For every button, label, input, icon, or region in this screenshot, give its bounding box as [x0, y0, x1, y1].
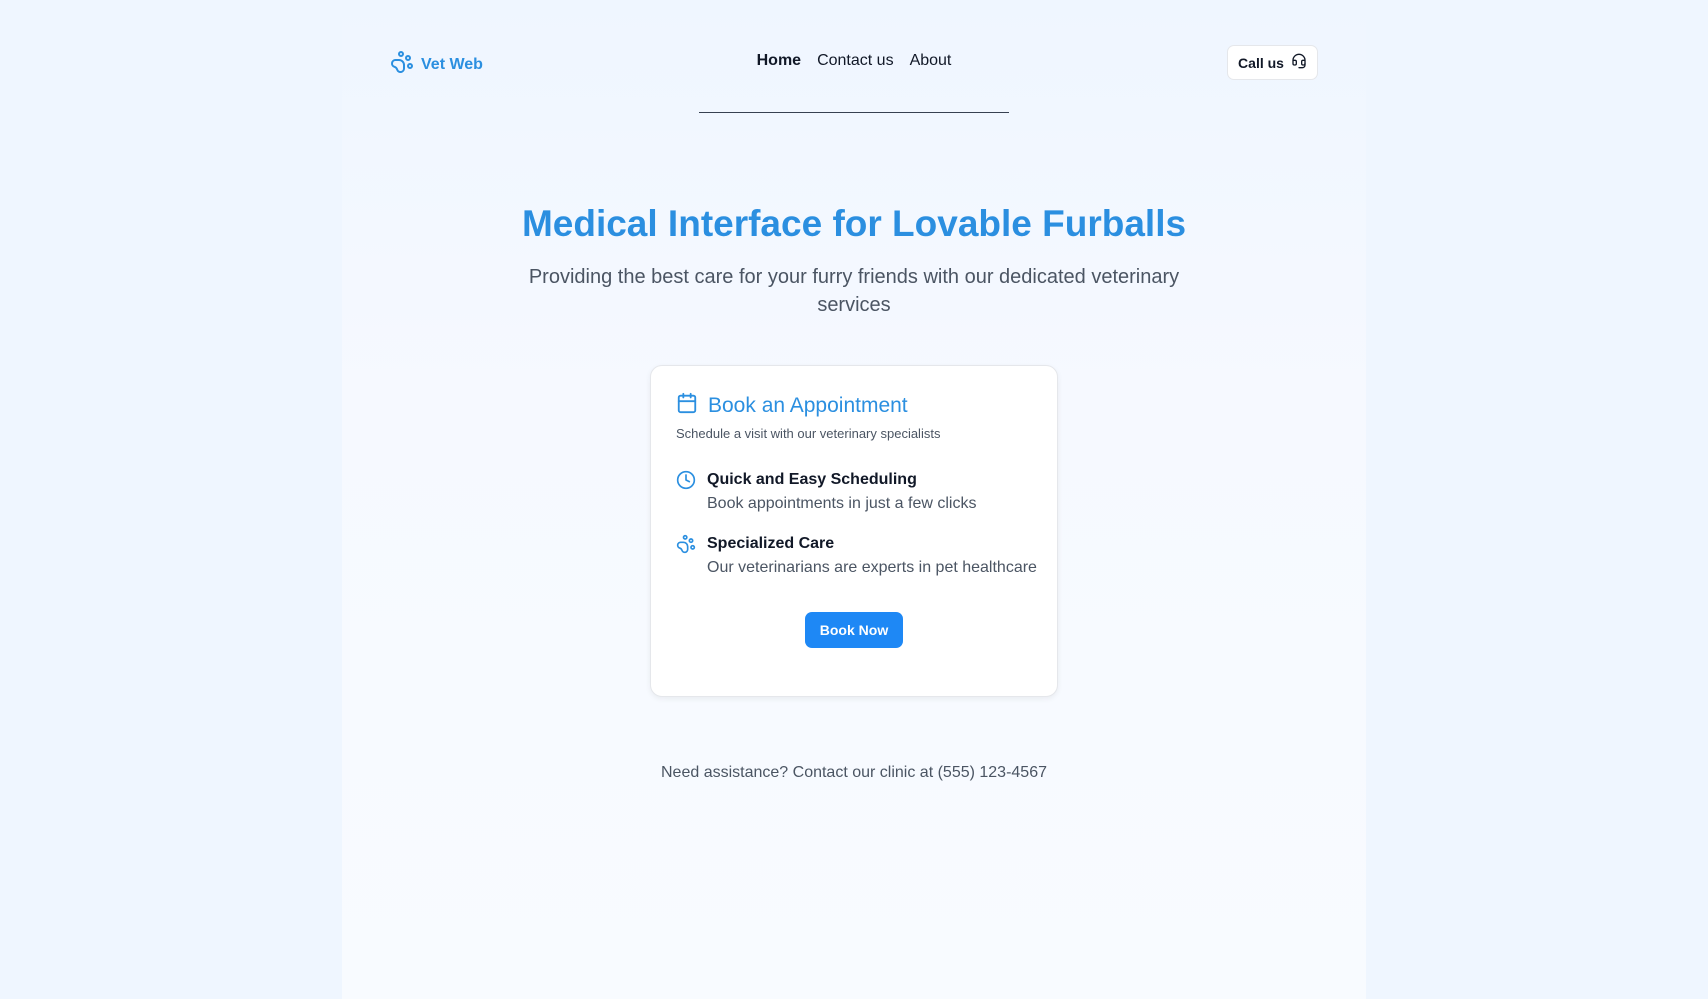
calendar-icon [676, 392, 698, 419]
paw-icon [676, 534, 696, 578]
hero-title: Medical Interface for Lovable Furballs [521, 203, 1187, 244]
feature-description: Our veterinarians are experts in pet hea… [707, 559, 1037, 576]
book-now-button[interactable]: Book Now [805, 612, 903, 648]
feature-title: Quick and Easy Scheduling [707, 471, 917, 488]
nav-underline [699, 112, 1009, 113]
call-us-button[interactable]: Call us [1227, 45, 1318, 80]
nav-contact-us[interactable]: Contact us [817, 52, 893, 70]
feature-description: Book appointments in just a few clicks [707, 495, 977, 512]
card-title: Book an Appointment [708, 393, 908, 417]
headset-icon [1291, 53, 1307, 72]
feature-item: Quick and Easy Scheduling Book appointme… [676, 470, 976, 514]
feature-title: Specialized Care [707, 535, 835, 552]
appointment-card: Book an Appointment Schedule a visit wit… [650, 365, 1058, 697]
feature-item: Specialized Care Our veterinarians are e… [676, 534, 1037, 578]
contact-note: Need assistance? Contact our clinic at (… [661, 764, 1047, 781]
main-nav: Home Contact us About [0, 52, 1708, 70]
clock-icon [676, 470, 696, 514]
card-description: Schedule a visit with our veterinary spe… [676, 426, 941, 441]
nav-home[interactable]: Home [757, 52, 801, 70]
call-us-label: Call us [1238, 54, 1284, 71]
nav-about[interactable]: About [910, 52, 952, 70]
card-header: Book an Appointment [676, 392, 908, 419]
hero-subtitle: Providing the best care for your furry f… [528, 266, 1180, 316]
